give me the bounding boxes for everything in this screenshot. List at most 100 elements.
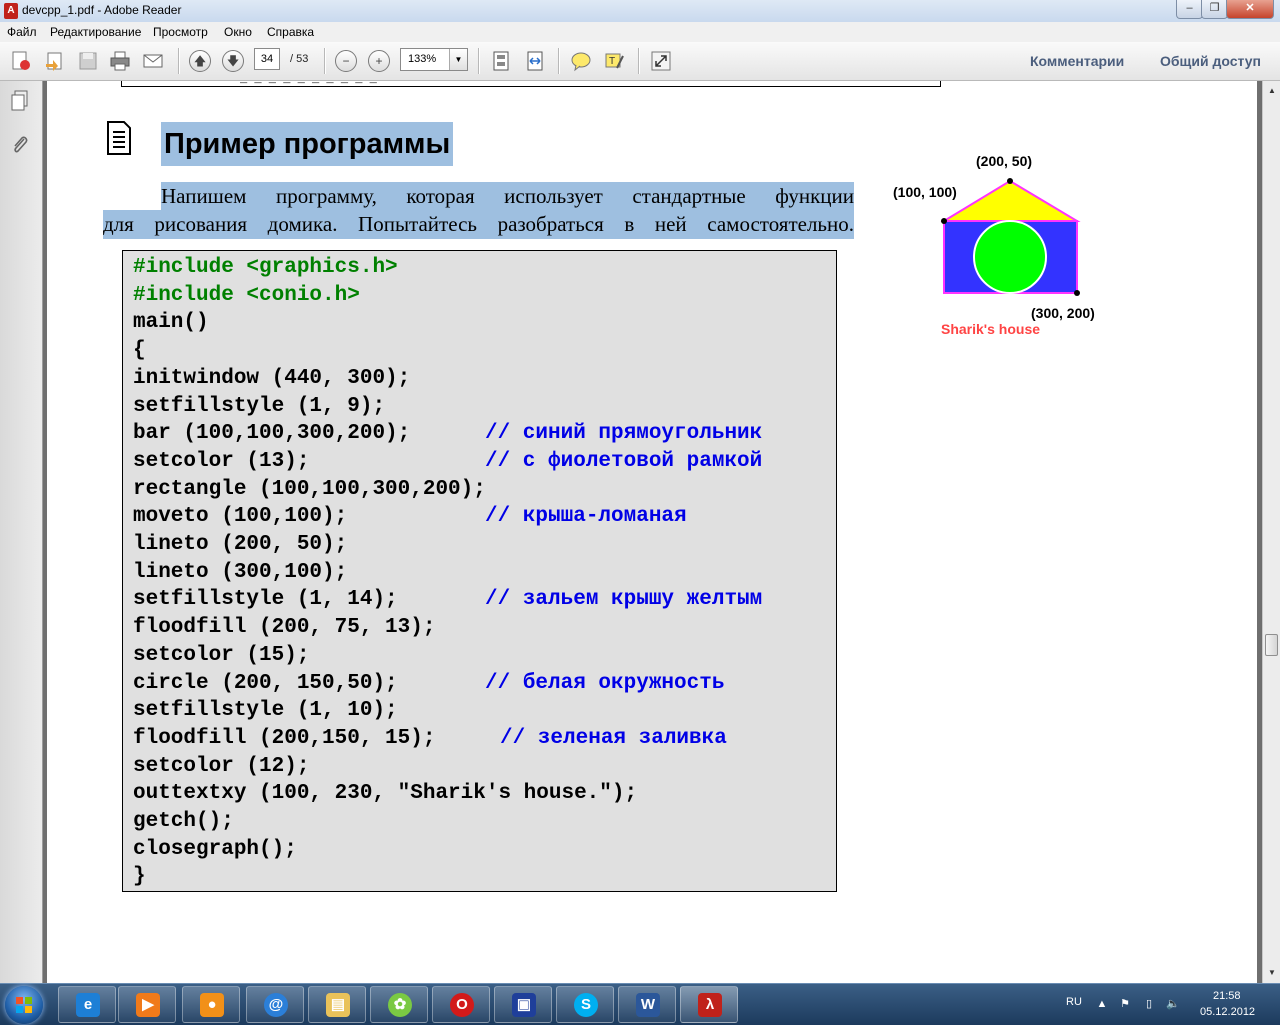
navigation-panel [0, 81, 43, 983]
menu-view[interactable]: Просмотр [153, 25, 208, 39]
window-title: devcpp_1.pdf - Adobe Reader [22, 3, 182, 17]
odnoklassniki-icon: ● [200, 993, 224, 1017]
show-hidden-icons-icon[interactable]: ▲ [1095, 997, 1109, 1011]
print-icon[interactable] [109, 50, 131, 72]
scrollbar-thumb[interactable] [1265, 634, 1278, 656]
taskbar-explorer[interactable]: ▤ [308, 986, 366, 1023]
taskbar-odnoklassniki[interactable]: ● [182, 986, 240, 1023]
svg-text:T: T [609, 56, 615, 67]
taskbar-skype[interactable]: S [556, 986, 614, 1023]
zoom-out-icon[interactable]: − [335, 50, 357, 72]
code-line: floodfill (200,150, 15); [133, 726, 436, 750]
taskbar-save-app[interactable]: ▣ [494, 986, 552, 1023]
attachments-icon[interactable] [9, 133, 31, 157]
code-line: moveto (100,100); [133, 505, 348, 529]
mail-agent-icon: @ [264, 993, 288, 1017]
point-label-top: (200, 50) [976, 153, 1033, 169]
menu-bar: Файл Редактирование Просмотр Окно Справк… [0, 22, 1280, 43]
internet-explorer-icon: e [76, 993, 100, 1017]
taskbar-internet-explorer[interactable]: e [58, 986, 116, 1023]
comment-note-icon[interactable] [570, 50, 592, 72]
paragraph-line-1: Напишем программу, которая использует ст… [161, 182, 854, 210]
highlight-icon[interactable]: T [603, 50, 625, 72]
network-icon[interactable]: ▯ [1142, 997, 1156, 1011]
menu-file[interactable]: Файл [7, 25, 37, 39]
menu-help[interactable]: Справка [267, 25, 314, 39]
minimize-button[interactable]: – [1176, 0, 1203, 19]
language-indicator[interactable]: RU [1066, 996, 1082, 1008]
code-line: setfillstyle (1, 9); [133, 394, 386, 418]
chevron-down-icon[interactable]: ▼ [449, 49, 467, 70]
code-line: circle (200, 150,50); [133, 671, 398, 695]
menu-window[interactable]: Окно [224, 25, 252, 39]
code-line: bar (100,100,300,200); [133, 422, 411, 446]
document-icon [106, 120, 132, 156]
taskbar-icq[interactable]: ✿ [370, 986, 428, 1023]
taskbar-mail-agent[interactable]: @ [246, 986, 304, 1023]
code-line: #include <graphics.h> [133, 256, 398, 279]
taskbar-word[interactable]: W [618, 986, 676, 1023]
code-line: } [133, 865, 146, 889]
email-icon[interactable] [142, 50, 164, 72]
diagram-caption: Sharik's house [941, 321, 1041, 337]
code-comment: // белая окружность [485, 671, 725, 695]
zoom-in-icon[interactable]: + [368, 50, 390, 72]
opera-icon: O [450, 993, 474, 1017]
house-diagram: (200, 50) (100, 100) (300, 200) Sharik's… [880, 150, 1130, 350]
taskbar: e ▶ ● @ ▤ ✿ O ▣ S W λ [0, 983, 1280, 1025]
section-heading: Пример программы [161, 122, 454, 166]
code-comment: // зеленая заливка [500, 726, 727, 750]
skype-icon: S [574, 993, 598, 1017]
open-icon[interactable] [44, 50, 66, 72]
adobe-reader-taskbar-icon: λ [698, 993, 722, 1017]
taskbar-adobe-reader[interactable]: λ [680, 986, 738, 1023]
clock-time[interactable]: 21:58 [1213, 990, 1241, 1002]
zoom-select[interactable]: 133% ▼ [400, 48, 468, 71]
point-label-left: (100, 100) [893, 184, 957, 200]
previous-page-icon[interactable]: 🡅 [189, 50, 211, 72]
action-center-icon[interactable]: ⚑ [1118, 997, 1132, 1011]
share-button[interactable]: Общий доступ [1160, 53, 1261, 69]
code-comment: // зальем крышу желтым [485, 588, 763, 612]
floppy-disk-icon: ▣ [512, 993, 536, 1017]
menu-edit[interactable]: Редактирование [50, 25, 141, 39]
code-line: setcolor (12); [133, 754, 310, 778]
title-bar: A devcpp_1.pdf - Adobe Reader – ❐ ✕ [0, 0, 1280, 23]
page-number-input[interactable] [254, 48, 280, 70]
start-button[interactable] [5, 986, 43, 1024]
point-label-bottom: (300, 200) [1031, 305, 1095, 321]
scroll-down-icon[interactable]: ▼ [1264, 965, 1280, 981]
code-listing: #include <graphics.h> #include <conio.h> m… [122, 250, 837, 892]
create-pdf-icon[interactable] [10, 50, 32, 72]
zoom-value: 133% [408, 53, 437, 65]
clock-date[interactable]: 05.12.2012 [1200, 1006, 1255, 1018]
code-line: initwindow (440, 300); [133, 366, 411, 390]
adobe-reader-icon: A [4, 3, 18, 19]
next-page-icon[interactable]: 🡇 [222, 50, 244, 72]
code-line: lineto (200, 50); [133, 533, 348, 556]
code-line: setcolor (15); [133, 643, 310, 667]
comments-button[interactable]: Комментарии [1030, 53, 1124, 69]
expand-icon[interactable] [650, 50, 672, 72]
pages-icon[interactable] [9, 89, 31, 113]
close-button[interactable]: ✕ [1226, 0, 1274, 19]
scroll-up-icon[interactable]: ▲ [1264, 83, 1280, 99]
fit-page-icon[interactable] [490, 50, 512, 72]
code-comment: // с фиолетовой рамкой [485, 449, 763, 473]
taskbar-opera[interactable]: O [432, 986, 490, 1023]
maximize-button[interactable]: ❐ [1201, 0, 1228, 19]
previous-code-fragment: _ _ _ _ _ _ _ _ _ _ [240, 77, 377, 85]
volume-icon[interactable]: 🔈 [1166, 997, 1180, 1011]
taskbar-media-player[interactable]: ▶ [118, 986, 176, 1023]
code-line: rectangle (100,100,300,200); [133, 477, 486, 501]
code-line: outtextxy (100, 230, "Sharik's house."); [133, 782, 638, 806]
word-icon: W [636, 993, 660, 1017]
fit-width-icon[interactable] [524, 50, 546, 72]
vertical-scrollbar[interactable]: ▲ ▼ [1262, 81, 1280, 983]
code-line: getch(); [133, 810, 234, 833]
code-line: lineto (300,100); [133, 560, 348, 584]
code-line: setcolor (13); [133, 449, 310, 473]
save-icon[interactable] [77, 50, 99, 72]
folder-icon: ▤ [326, 993, 350, 1017]
media-player-icon: ▶ [136, 993, 160, 1017]
